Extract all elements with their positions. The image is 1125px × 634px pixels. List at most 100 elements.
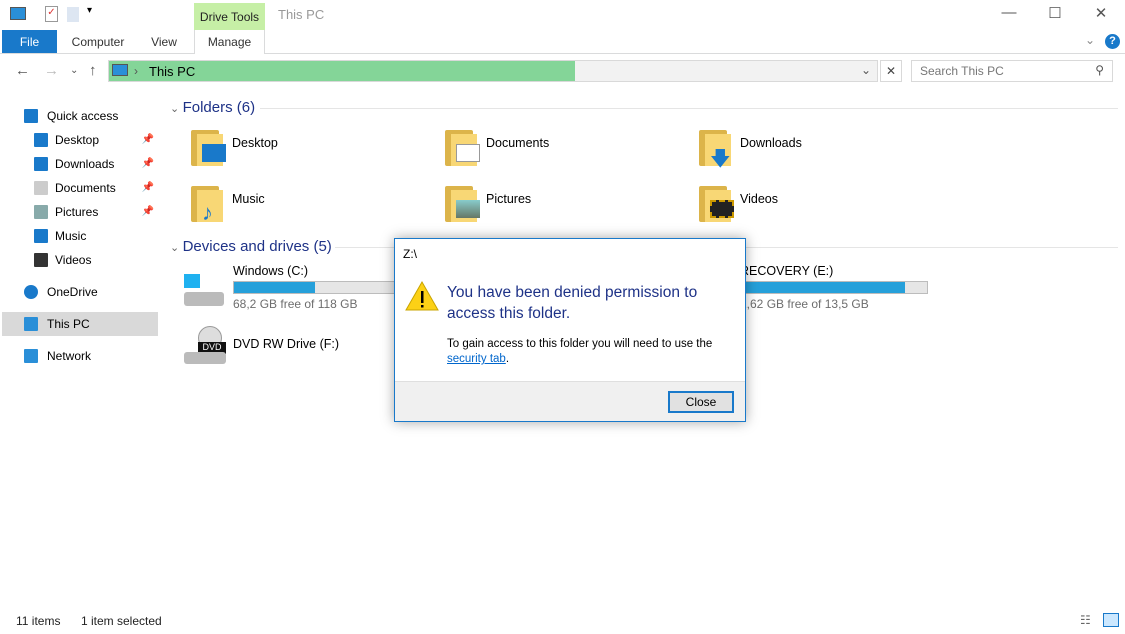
sidebar-item-label: Network	[47, 349, 92, 363]
folder-label: Pictures	[486, 192, 532, 206]
warning-icon	[405, 281, 439, 311]
item-count: 11 items	[16, 614, 61, 628]
up-button[interactable]: ↑	[89, 62, 97, 79]
sidebar-item-quick-access[interactable]: Quick access	[2, 104, 158, 128]
title-bar: ✓ ▾ Drive Tools This PC — ☐ ✕	[0, 0, 1125, 30]
dialog-footer: Close	[395, 381, 745, 421]
sidebar-item-label: Downloads	[55, 157, 115, 171]
sidebar-item-documents[interactable]: Documents 📌	[2, 176, 158, 200]
computer-icon	[112, 64, 128, 76]
maximize-button[interactable]: ☐	[1032, 4, 1078, 26]
dialog-message: You have been denied permission to acces…	[447, 284, 698, 322]
tab-computer[interactable]: Computer	[62, 30, 134, 53]
folder-videos[interactable]: Videos	[695, 180, 945, 226]
folder-label: Downloads	[740, 136, 802, 150]
documents-icon	[34, 181, 48, 195]
folder-videos-icon	[695, 182, 735, 222]
dialog-title: Z:\	[403, 247, 417, 261]
address-dropdown-icon[interactable]: ⌄	[861, 63, 871, 77]
sidebar-item-network[interactable]: Network	[2, 344, 158, 368]
search-icon: ⚲	[1095, 63, 1104, 77]
search-input[interactable]: Search This PC ⚲	[911, 60, 1113, 82]
detail-text: To gain access to this folder you will n…	[447, 338, 713, 350]
recent-locations-icon[interactable]: ⌄	[70, 65, 78, 76]
dvd-drive-icon: DVD	[184, 326, 226, 366]
expand-ribbon-icon[interactable]: ⌄	[1085, 33, 1095, 47]
sidebar-item-desktop[interactable]: Desktop 📌	[2, 128, 158, 152]
cloud-icon	[24, 285, 38, 299]
folders-group-header[interactable]: ⌄ Folders (6)	[170, 99, 1120, 116]
breadcrumb-separator-icon: ›	[134, 64, 138, 78]
sidebar-item-this-pc[interactable]: This PC	[2, 312, 158, 336]
star-icon	[24, 109, 38, 123]
sidebar-item-label: Pictures	[55, 205, 99, 219]
address-bar[interactable]: › This PC ⌄	[108, 60, 878, 82]
drive-usage-bar	[740, 281, 928, 294]
address-path: This PC	[149, 64, 196, 79]
folder-desktop[interactable]: Desktop	[187, 124, 437, 170]
pin-icon[interactable]: 📌	[142, 176, 154, 200]
sidebar-item-label: OneDrive	[47, 285, 98, 299]
close-window-button[interactable]: ✕	[1078, 4, 1124, 26]
security-tab-link[interactable]: security tab	[447, 353, 506, 365]
detail-suffix: .	[505, 353, 510, 365]
details-view-icon[interactable]: ☷	[1080, 613, 1091, 627]
tab-file[interactable]: File	[2, 30, 57, 53]
computer-icon	[24, 317, 38, 331]
sidebar-item-label: Videos	[55, 253, 92, 267]
folder-documents[interactable]: Documents	[441, 124, 691, 170]
folder-documents-icon	[441, 126, 481, 166]
forward-button[interactable]: →	[44, 62, 59, 79]
sidebar-item-pictures[interactable]: Pictures 📌	[2, 200, 158, 224]
sidebar-item-downloads[interactable]: Downloads 📌	[2, 152, 158, 176]
close-button[interactable]: Close	[668, 391, 734, 413]
sidebar-item-label: Desktop	[55, 133, 100, 147]
sidebar-item-label: This PC	[47, 317, 90, 331]
pin-icon[interactable]: 📌	[142, 200, 154, 224]
folder-label: Music	[232, 192, 265, 206]
customize-toolbar-icon[interactable]: ▾	[87, 5, 92, 16]
folder-music-icon: ♪	[187, 182, 227, 225]
folder-label: Documents	[486, 136, 550, 150]
minimize-button[interactable]: —	[986, 4, 1032, 26]
sidebar-item-videos[interactable]: Videos	[2, 248, 158, 272]
folder-label: Desktop	[232, 136, 278, 150]
folder-music[interactable]: ♪ Music	[187, 180, 437, 226]
stop-button[interactable]: ✕	[880, 60, 902, 82]
music-icon	[34, 229, 48, 243]
pin-icon[interactable]: 📌	[142, 152, 154, 176]
folder-desktop-icon	[187, 126, 227, 166]
download-icon	[34, 157, 48, 171]
network-icon	[24, 349, 38, 363]
pictures-icon	[34, 205, 48, 219]
desktop-icon	[34, 133, 48, 147]
new-folder-icon[interactable]	[67, 7, 79, 22]
drive-free-space: 1,62 GB free of 13,5 GB	[740, 297, 869, 311]
sidebar-item-label: Quick access	[47, 109, 119, 123]
folder-pictures-icon	[441, 182, 481, 222]
windows-drive-icon	[182, 274, 224, 306]
folder-pictures[interactable]: Pictures	[441, 180, 691, 226]
search-placeholder: Search This PC	[920, 64, 1004, 78]
tab-view[interactable]: View	[140, 30, 188, 53]
drive-label: RECOVERY (E:)	[740, 264, 834, 278]
folder-label: Videos	[740, 192, 778, 206]
window-title: This PC	[278, 7, 325, 22]
tab-manage[interactable]: Manage	[194, 30, 265, 54]
computer-icon[interactable]	[10, 7, 26, 20]
permission-denied-dialog: Z:\ You have been denied permission to a…	[394, 238, 746, 422]
folders-header: Folders (6)	[182, 99, 256, 116]
large-icons-view-icon[interactable]	[1103, 613, 1119, 627]
properties-icon[interactable]: ✓	[45, 6, 58, 22]
sidebar-item-label: Documents	[55, 181, 116, 195]
back-button[interactable]: ←	[15, 62, 30, 79]
pin-icon[interactable]: 📌	[142, 128, 154, 152]
drive-tools-label: Drive Tools	[194, 3, 265, 30]
ribbon-tabs: File Computer View Manage ⌄ ?	[0, 30, 1125, 54]
folder-downloads[interactable]: 🡇 Downloads	[695, 124, 945, 170]
sidebar-item-onedrive[interactable]: OneDrive	[2, 280, 158, 304]
sidebar-item-music[interactable]: Music	[2, 224, 158, 248]
help-icon[interactable]: ?	[1105, 34, 1120, 49]
drives-header: Devices and drives (5)	[182, 238, 332, 255]
drive-label: DVD RW Drive (F:)	[233, 337, 340, 351]
